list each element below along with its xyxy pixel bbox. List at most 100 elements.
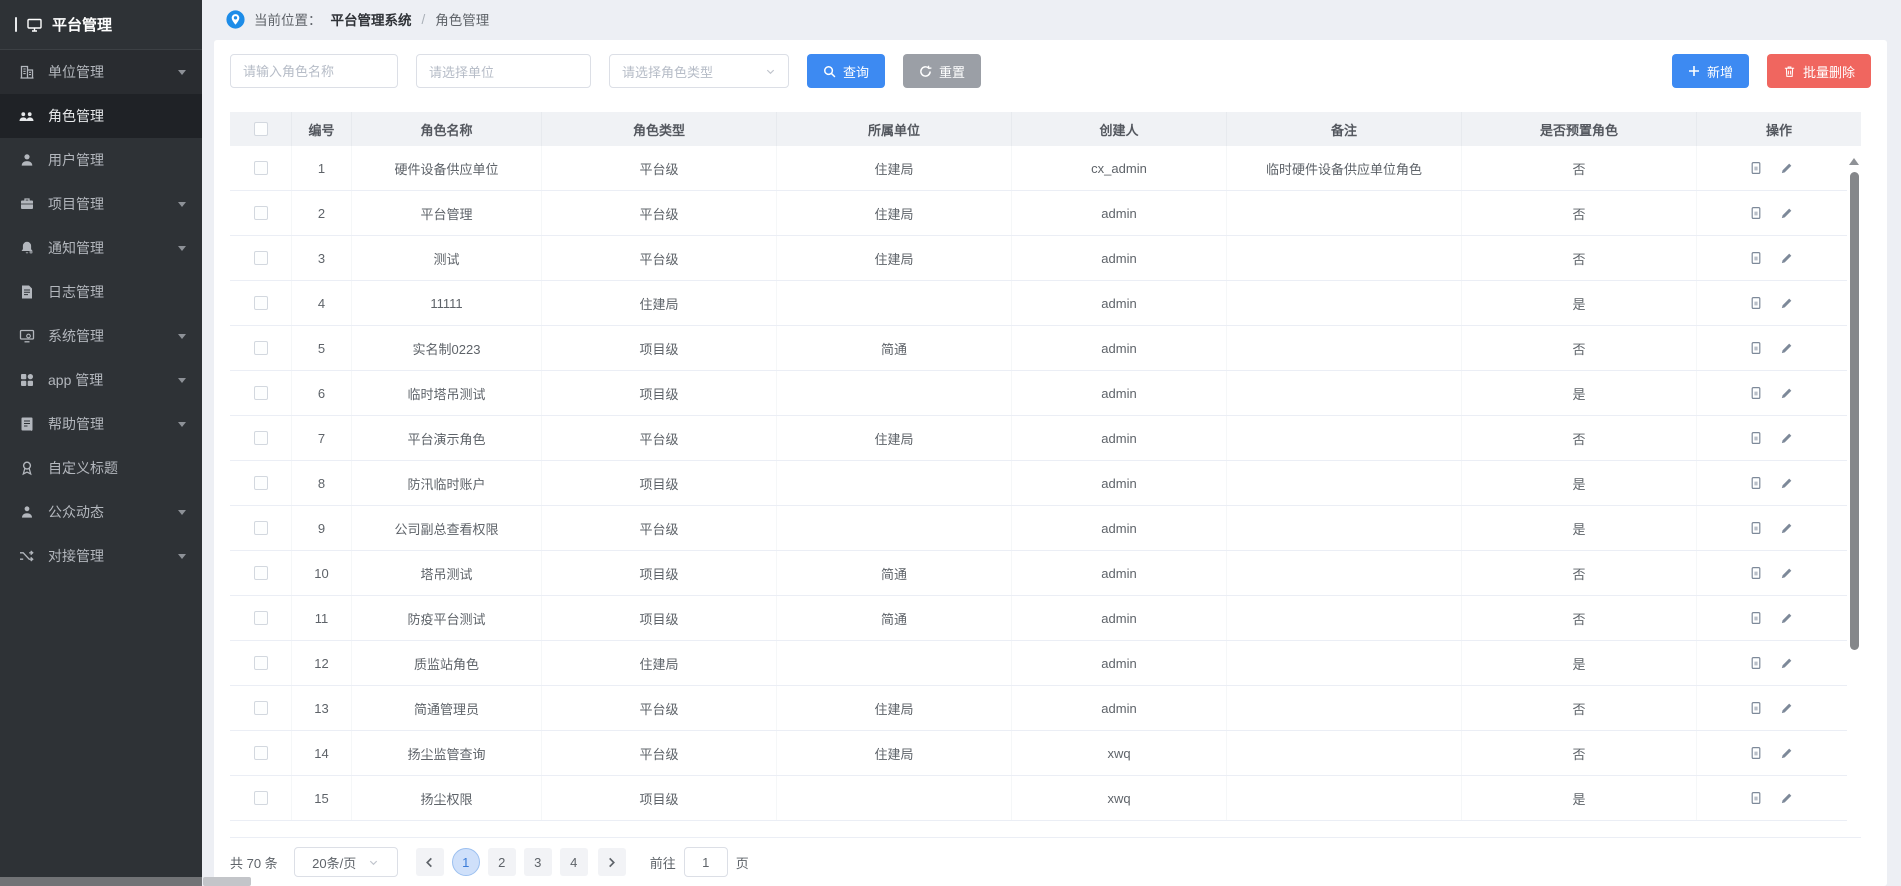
sidebar-item-custom-title[interactable]: 自定义标题	[0, 446, 202, 490]
edit-icon[interactable]	[1780, 612, 1793, 625]
detail-icon[interactable]	[1749, 251, 1763, 265]
edit-icon[interactable]	[1780, 702, 1793, 715]
row-checkbox[interactable]	[254, 701, 268, 715]
page-button-1[interactable]: 1	[452, 848, 480, 876]
edit-icon[interactable]	[1780, 252, 1793, 265]
horizontal-scrollbar-sidebar-segment[interactable]	[0, 877, 202, 886]
sidebar-item-label: 日志管理	[48, 282, 104, 302]
sidebar-item-user[interactable]: 用户管理	[0, 138, 202, 182]
row-checkbox[interactable]	[254, 566, 268, 580]
role-type-select[interactable]: 请选择角色类型	[609, 54, 789, 88]
row-checkbox[interactable]	[254, 476, 268, 490]
cell-remark	[1227, 596, 1462, 640]
edit-icon[interactable]	[1780, 297, 1793, 310]
edit-icon[interactable]	[1780, 477, 1793, 490]
scroll-up-arrow-icon[interactable]	[1849, 153, 1859, 165]
detail-icon[interactable]	[1749, 566, 1763, 580]
cell-operations	[1697, 776, 1861, 820]
edit-icon[interactable]	[1780, 567, 1793, 580]
breadcrumb-current: 角色管理	[435, 9, 489, 29]
page-button-3[interactable]: 3	[524, 848, 552, 876]
cell-operations	[1697, 461, 1861, 505]
edit-icon[interactable]	[1780, 342, 1793, 355]
breadcrumb-root[interactable]: 平台管理系统	[331, 9, 412, 29]
sidebar-item-log[interactable]: 日志管理	[0, 270, 202, 314]
search-button[interactable]: 查询	[807, 54, 885, 88]
sidebar-item-integration[interactable]: 对接管理	[0, 534, 202, 578]
edit-icon[interactable]	[1780, 432, 1793, 445]
sidebar-item-help[interactable]: 帮助管理	[0, 402, 202, 446]
cell-remark	[1227, 641, 1462, 685]
row-checkbox[interactable]	[254, 791, 268, 805]
cell-role-type: 项目级	[542, 461, 777, 505]
page-size-select[interactable]: 20条/页	[294, 847, 398, 877]
sidebar-item-unit[interactable]: 单位管理	[0, 50, 202, 94]
cell-remark	[1227, 416, 1462, 460]
row-checkbox[interactable]	[254, 656, 268, 670]
row-checkbox[interactable]	[254, 341, 268, 355]
prev-page-button[interactable]	[416, 848, 444, 876]
sidebar-item-notice[interactable]: 通知管理	[0, 226, 202, 270]
edit-icon[interactable]	[1780, 747, 1793, 760]
row-checkbox[interactable]	[254, 746, 268, 760]
edit-icon[interactable]	[1780, 162, 1793, 175]
batch-delete-button[interactable]: 批量删除	[1767, 54, 1871, 88]
next-page-button[interactable]	[598, 848, 626, 876]
cell-id: 2	[292, 191, 352, 235]
edit-icon[interactable]	[1780, 207, 1793, 220]
detail-icon[interactable]	[1749, 521, 1763, 535]
sidebar-item-project[interactable]: 项目管理	[0, 182, 202, 226]
add-button[interactable]: 新增	[1672, 54, 1749, 88]
detail-icon[interactable]	[1749, 386, 1763, 400]
trash-icon	[1783, 65, 1796, 78]
detail-icon[interactable]	[1749, 161, 1763, 175]
row-checkbox[interactable]	[254, 206, 268, 220]
select-all-checkbox[interactable]	[254, 122, 268, 136]
sidebar-item-label: 单位管理	[48, 62, 104, 82]
horizontal-scrollbar-thumb[interactable]	[203, 877, 251, 886]
detail-icon[interactable]	[1749, 611, 1763, 625]
cell-unit	[777, 461, 1012, 505]
cell-role-type: 住建局	[542, 281, 777, 325]
chevron-down-icon	[178, 246, 186, 251]
edit-icon[interactable]	[1780, 522, 1793, 535]
edit-icon[interactable]	[1780, 387, 1793, 400]
cell-creator: admin	[1012, 461, 1227, 505]
row-checkbox[interactable]	[254, 431, 268, 445]
sidebar-item-role[interactable]: 角色管理	[0, 94, 202, 138]
sidebar-item-label: 对接管理	[48, 546, 104, 566]
detail-icon[interactable]	[1749, 341, 1763, 355]
shuffle-icon	[18, 548, 35, 565]
unit-select[interactable]: 请选择单位	[416, 54, 591, 88]
cell-id: 12	[292, 641, 352, 685]
row-checkbox[interactable]	[254, 386, 268, 400]
detail-icon[interactable]	[1749, 791, 1763, 805]
scrollbar-thumb[interactable]	[1850, 172, 1859, 650]
edit-icon[interactable]	[1780, 792, 1793, 805]
edit-icon[interactable]	[1780, 657, 1793, 670]
role-name-input[interactable]	[230, 54, 398, 88]
row-checkbox[interactable]	[254, 521, 268, 535]
total-count-label: 共 70 条	[230, 853, 278, 872]
reset-button[interactable]: 重置	[903, 54, 981, 88]
row-checkbox[interactable]	[254, 251, 268, 265]
page-button-2[interactable]: 2	[488, 848, 516, 876]
detail-icon[interactable]	[1749, 701, 1763, 715]
detail-icon[interactable]	[1749, 296, 1763, 310]
table-vertical-scrollbar[interactable]	[1847, 147, 1861, 836]
detail-icon[interactable]	[1749, 476, 1763, 490]
goto-page-input[interactable]	[684, 847, 728, 877]
detail-icon[interactable]	[1749, 206, 1763, 220]
breadcrumb-prefix: 当前位置：	[254, 9, 322, 29]
detail-icon[interactable]	[1749, 431, 1763, 445]
row-checkbox[interactable]	[254, 611, 268, 625]
sidebar-item-public[interactable]: 公众动态	[0, 490, 202, 534]
detail-icon[interactable]	[1749, 656, 1763, 670]
sidebar-item-system[interactable]: 系统管理	[0, 314, 202, 358]
row-checkbox[interactable]	[254, 296, 268, 310]
cell-id: 6	[292, 371, 352, 415]
detail-icon[interactable]	[1749, 746, 1763, 760]
row-checkbox[interactable]	[254, 161, 268, 175]
page-button-4[interactable]: 4	[560, 848, 588, 876]
sidebar-item-app[interactable]: app 管理	[0, 358, 202, 402]
